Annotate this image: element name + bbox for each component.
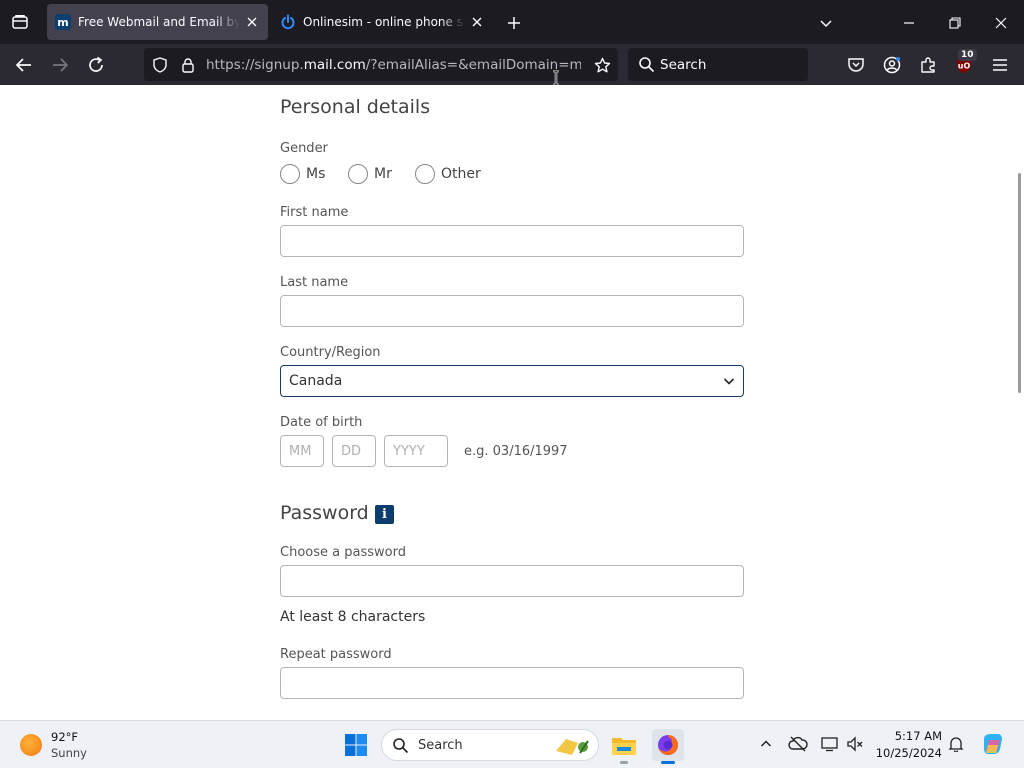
gender-radio-ms[interactable]: Ms (280, 164, 325, 184)
dob-year-placeholder: YYYY (393, 443, 425, 459)
copilot-icon[interactable] (980, 731, 1006, 757)
repeat-password-input[interactable] (280, 667, 744, 699)
url-prefix: https://signup. (206, 57, 304, 73)
restore-icon[interactable] (944, 12, 966, 34)
lock-icon[interactable] (179, 56, 197, 74)
reload-icon[interactable] (83, 52, 109, 78)
notification-bell-icon[interactable] (946, 734, 966, 754)
back-arrow-icon[interactable] (11, 52, 37, 78)
radio-label: Ms (306, 166, 326, 182)
tab-mail-com[interactable]: m Free Webmail and Email by mail.com (47, 4, 268, 40)
info-icon[interactable]: i (375, 505, 394, 524)
tab-onlinesim[interactable]: Onlinesim - online phone service (272, 4, 493, 40)
personal-details-heading: Personal details (280, 96, 431, 118)
mail-com-icon: m (55, 14, 71, 30)
search-icon (639, 57, 655, 73)
country-selected-value: Canada (289, 373, 343, 389)
tab-title: Free Webmail and Email by mail.com (78, 15, 240, 29)
active-indicator (661, 761, 675, 764)
extensions-icon[interactable] (915, 52, 941, 78)
password-requirement-text: At least 8 characters (280, 609, 426, 625)
search-icon (393, 738, 409, 754)
minimize-icon[interactable] (898, 12, 920, 34)
url-domain: mail.com (303, 57, 366, 73)
chevron-up-icon[interactable] (756, 734, 776, 754)
tab-title: Onlinesim - online phone service (303, 15, 465, 29)
choose-password-label: Choose a password (280, 545, 406, 560)
firefox-icon[interactable] (652, 729, 684, 761)
gender-radio-mr[interactable]: Mr (348, 164, 392, 184)
navigation-toolbar: https://signup.mail.com/?emailAlias=&ema… (0, 44, 1024, 85)
clock-date[interactable]: 10/25/2024 (872, 746, 942, 760)
radio-label: Mr (374, 166, 392, 182)
search-bar[interactable]: Search (628, 48, 808, 81)
search-highlight-icon (556, 739, 589, 755)
info-icon-glyph: i (382, 507, 387, 522)
search-placeholder: Search (660, 57, 707, 73)
url-suffix: /?emailAlias=&emailDomain=mail.com (365, 57, 581, 73)
windows-start-icon[interactable] (344, 733, 368, 757)
volume-muted-icon[interactable] (845, 734, 865, 754)
dob-year-input[interactable]: YYYY (384, 435, 448, 467)
close-tab-icon[interactable] (244, 14, 260, 30)
radio-circle[interactable] (415, 164, 435, 184)
power-icon (280, 14, 296, 30)
text-cursor-icon (553, 70, 559, 86)
first-name-input[interactable] (280, 225, 744, 257)
radio-circle[interactable] (348, 164, 368, 184)
cloud-offline-icon[interactable] (788, 734, 808, 754)
taskbar: 92°F Sunny Search 5:17 AM 10/25/2024 (0, 720, 1024, 768)
scrollbar-thumb[interactable] (1018, 173, 1021, 393)
svg-text:uO: uO (958, 62, 971, 71)
country-label: Country/Region (280, 345, 381, 360)
radio-label: Other (441, 166, 481, 182)
dob-day-input[interactable]: DD (332, 435, 376, 467)
taskbar-search-box[interactable]: Search (381, 729, 599, 761)
dob-day-placeholder: DD (341, 443, 362, 459)
account-icon[interactable] (879, 52, 905, 78)
sun-icon[interactable] (20, 734, 42, 756)
new-tab-icon[interactable] (503, 12, 525, 34)
dob-month-input[interactable]: MM (280, 435, 324, 467)
address-bar[interactable]: https://signup.mail.com/?emailAlias=&ema… (144, 48, 618, 81)
dob-example-hint: e.g. 03/16/1997 (464, 444, 568, 459)
extension-count-badge: 10 (958, 49, 977, 61)
file-explorer-icon[interactable] (608, 729, 640, 761)
url-text[interactable]: https://signup.mail.com/?emailAlias=&ema… (206, 57, 581, 73)
close-tab-icon[interactable] (469, 14, 485, 30)
chevron-down-icon[interactable] (815, 12, 837, 34)
bookmark-star-icon[interactable] (593, 56, 611, 74)
tab-strip: m Free Webmail and Email by mail.com Onl… (0, 0, 1024, 44)
chevron-down-icon (723, 378, 735, 385)
clock-time[interactable]: 5:17 AM (880, 729, 942, 743)
radio-circle[interactable] (280, 164, 300, 184)
password-heading: Password (280, 502, 369, 524)
forward-arrow-icon[interactable] (47, 52, 73, 78)
last-name-input[interactable] (280, 295, 744, 327)
dob-label: Date of birth (280, 415, 363, 430)
weather-condition[interactable]: Sunny (51, 746, 87, 760)
shield-icon[interactable] (151, 56, 169, 74)
gender-radio-other[interactable]: Other (415, 164, 481, 184)
last-name-label: Last name (280, 275, 349, 290)
weather-temperature[interactable]: 92°F (51, 730, 78, 744)
password-input[interactable] (280, 565, 744, 597)
country-select[interactable]: Canada (280, 365, 744, 397)
taskbar-search-label: Search (418, 738, 463, 753)
display-icon[interactable] (820, 734, 840, 754)
tab-list-icon[interactable] (8, 10, 32, 34)
first-name-label: First name (280, 205, 349, 220)
close-window-icon[interactable] (990, 12, 1012, 34)
page-content: Personal details Gender Ms Mr Other Firs… (0, 85, 1024, 720)
svg-text:m: m (57, 16, 68, 29)
gender-label: Gender (280, 141, 328, 156)
running-indicator (620, 761, 628, 764)
repeat-password-label: Repeat password (280, 647, 392, 662)
dob-month-placeholder: MM (289, 443, 312, 459)
pocket-icon[interactable] (843, 52, 869, 78)
hamburger-menu-icon[interactable] (987, 52, 1013, 78)
